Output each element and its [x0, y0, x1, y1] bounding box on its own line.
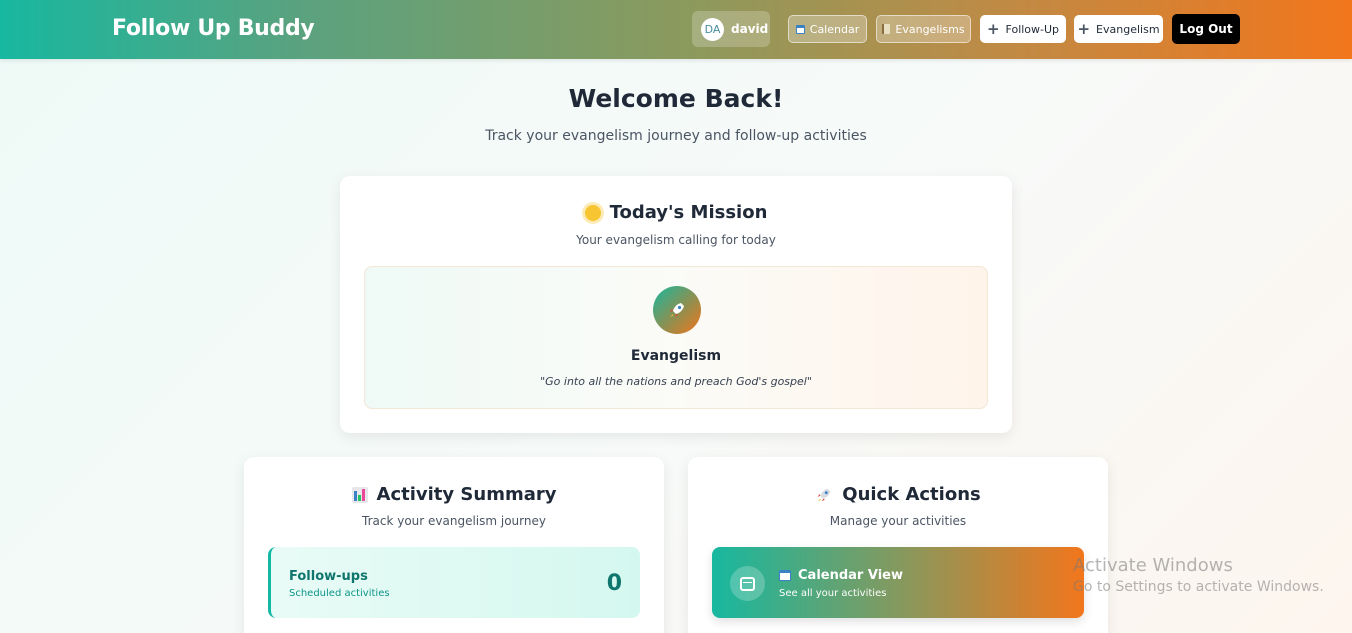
calendar-icon [779, 570, 791, 581]
user-menu[interactable]: DA david [692, 11, 770, 47]
summary-title: Activity Summary [376, 484, 557, 505]
plus-icon: + [1077, 19, 1091, 38]
add-follow-up-button[interactable]: + Follow-Up [980, 15, 1066, 43]
plus-icon: + [986, 19, 1000, 38]
calendar-icon [795, 24, 805, 34]
stat-sublabel: Scheduled activities [289, 588, 390, 599]
evangelisms-nav-label: Evangelisms [895, 22, 965, 36]
add-evangelism-label: Evangelism [1096, 22, 1160, 36]
calendar-nav-button[interactable]: Calendar [788, 15, 867, 43]
follow-ups-stat[interactable]: Follow-ups Scheduled activities 0 [268, 547, 640, 618]
mission-heading: Today's Mission [340, 202, 1012, 223]
add-follow-up-label: Follow-Up [1005, 22, 1060, 36]
page-title: Welcome Back! [568, 84, 784, 113]
user-avatar: DA [701, 17, 724, 41]
actions-subtitle: Manage your activities [829, 514, 967, 528]
calendar-view-button[interactable]: Calendar View See all your activities [712, 547, 1084, 618]
stat-label: Follow-ups [289, 569, 368, 584]
watermark-subtitle: Go to Settings to activate Windows. [1073, 579, 1324, 595]
logout-button[interactable]: Log Out [1172, 14, 1240, 44]
calendar-outline-icon [730, 566, 765, 601]
quick-actions-card: Quick Actions Manage your activities Cal… [688, 457, 1108, 633]
todays-mission-card: Today's Mission Your evangelism calling … [340, 176, 1012, 433]
windows-activation-watermark: Activate Windows Go to Settings to activ… [1073, 555, 1324, 595]
page-subtitle: Track your evangelism journey and follow… [485, 128, 867, 144]
evangelisms-nav-button[interactable]: Evangelisms [876, 15, 971, 43]
actions-heading: Quick Actions [688, 484, 1108, 505]
top-navbar: Follow Up Buddy DA david Calendar Evange… [0, 0, 1352, 59]
mission-item: Evangelism "Go into all the nations and … [364, 266, 988, 409]
rocket-icon [653, 286, 701, 334]
mission-item-name: Evangelism [630, 348, 722, 364]
app-brand[interactable]: Follow Up Buddy [112, 16, 315, 41]
activity-summary-card: Activity Summary Track your evangelism j… [244, 457, 664, 633]
mission-title: Today's Mission [609, 202, 768, 223]
mission-subtitle: Your evangelism calling for today [576, 233, 776, 247]
sun-icon [584, 204, 601, 221]
actions-title: Quick Actions [842, 484, 981, 505]
mission-item-quote: "Go into all the nations and preach God'… [540, 375, 812, 388]
calendar-view-heading: Calendar View [779, 568, 903, 583]
rocket-icon [815, 486, 833, 504]
calendar-nav-label: Calendar [809, 22, 860, 36]
summary-subtitle: Track your evangelism journey [362, 514, 546, 528]
summary-heading: Activity Summary [244, 484, 664, 505]
stat-value: 0 [606, 571, 622, 596]
add-evangelism-button[interactable]: + Evangelism [1074, 15, 1163, 43]
calendar-view-subtitle: See all your activities [779, 588, 887, 599]
book-icon [882, 24, 891, 34]
user-name: david [731, 22, 769, 36]
bar-chart-icon [351, 486, 368, 503]
watermark-title: Activate Windows [1073, 555, 1233, 576]
calendar-view-title: Calendar View [798, 568, 903, 583]
